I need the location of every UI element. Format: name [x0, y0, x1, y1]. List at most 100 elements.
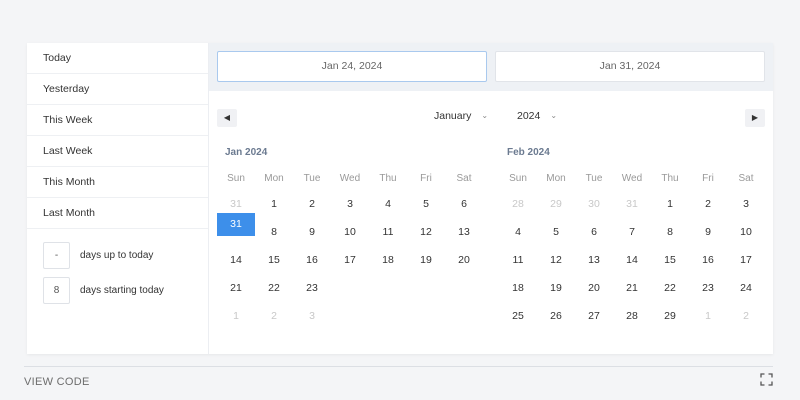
day-cell[interactable]: 24: [727, 277, 765, 300]
preset-last-week[interactable]: Last Week: [27, 136, 208, 167]
day-cell[interactable]: 22: [651, 277, 689, 300]
day-cell[interactable]: 5: [407, 193, 445, 216]
day-cell[interactable]: 9: [689, 221, 727, 244]
month-select[interactable]: January ⌄: [434, 110, 488, 122]
day-cell[interactable]: 4: [499, 221, 537, 244]
day-cell[interactable]: 2: [293, 193, 331, 216]
day-cell[interactable]: 28: [613, 305, 651, 328]
day-cell[interactable]: 28: [499, 193, 537, 216]
day-cell[interactable]: 10: [727, 221, 765, 244]
day-cell[interactable]: 23: [689, 277, 727, 300]
date-range-picker: Today Yesterday This Week Last Week This…: [27, 43, 773, 354]
day-cell[interactable]: 14: [613, 249, 651, 272]
day-cell[interactable]: 15: [255, 249, 293, 272]
day-cell[interactable]: 6: [575, 221, 613, 244]
day-cell[interactable]: 2: [255, 305, 293, 328]
day-cell[interactable]: 2: [689, 193, 727, 216]
day-cell[interactable]: 21: [613, 277, 651, 300]
day-grid: 28 29 30 31 1 2 3 4 5 6 7 8 9 10 11 12 1…: [499, 193, 765, 328]
weekday-label: Wed: [621, 173, 643, 184]
range-inputs: Jan 24, 2024 Jan 31, 2024: [209, 43, 773, 91]
end-date-input[interactable]: Jan 31, 2024: [495, 51, 765, 82]
day-cell-selected-end[interactable]: 31: [217, 213, 255, 236]
day-cell[interactable]: 29: [537, 193, 575, 216]
day-cell[interactable]: 20: [575, 277, 613, 300]
week-row: 21 22 23 24 25 26 27: [217, 213, 483, 300]
day-cell[interactable]: 12: [537, 249, 575, 272]
day-cell[interactable]: 10: [331, 221, 369, 244]
day-cell[interactable]: 16: [689, 249, 727, 272]
day-cell[interactable]: 6: [445, 193, 483, 216]
preset-this-week[interactable]: This Week: [27, 105, 208, 136]
day-cell[interactable]: 8: [651, 221, 689, 244]
days-start-input[interactable]: 8: [43, 276, 70, 304]
day-cell[interactable]: 1: [689, 305, 727, 328]
days-start-row: 8 days starting today: [27, 276, 208, 304]
weekday-label: Sat: [738, 173, 754, 184]
day-cell[interactable]: 25: [499, 305, 537, 328]
day-cell[interactable]: 11: [499, 249, 537, 272]
preset-last-month[interactable]: Last Month: [27, 198, 208, 229]
day-cell[interactable]: 15: [651, 249, 689, 272]
week-row: 14 15 16 17 18 19 20: [217, 249, 483, 272]
day-cell[interactable]: 3: [293, 305, 331, 328]
year-select[interactable]: 2024 ⌄: [517, 110, 557, 122]
weekday-label: Tue: [303, 173, 321, 184]
day-cell[interactable]: 30: [575, 193, 613, 216]
day-cell[interactable]: 2: [727, 305, 765, 328]
chevron-right-icon: ▶: [751, 113, 759, 122]
day-cell[interactable]: 27: [575, 305, 613, 328]
day-cell[interactable]: 4: [369, 193, 407, 216]
days-start-label: days starting today: [80, 284, 164, 296]
day-cell[interactable]: 3: [727, 193, 765, 216]
weekday-label: Fri: [420, 173, 432, 184]
day-cell[interactable]: 12: [407, 221, 445, 244]
start-date-input[interactable]: Jan 24, 2024: [217, 51, 487, 82]
day-cell[interactable]: 31: [613, 193, 651, 216]
day-cell[interactable]: 13: [575, 249, 613, 272]
preset-yesterday[interactable]: Yesterday: [27, 74, 208, 105]
week-row: 28 29 30 31 1 2 3: [217, 213, 483, 328]
weekday-label: Sat: [456, 173, 472, 184]
day-cell[interactable]: 1: [651, 193, 689, 216]
day-cell[interactable]: 20: [445, 249, 483, 272]
day-cell[interactable]: 9: [293, 221, 331, 244]
day-cell[interactable]: 13: [445, 221, 483, 244]
weekday-label: Sun: [227, 173, 245, 184]
day-cell[interactable]: 26: [537, 305, 575, 328]
prev-month-button[interactable]: ◀: [217, 109, 237, 127]
next-month-button[interactable]: ▶: [745, 109, 765, 127]
chevron-left-icon: ◀: [223, 113, 231, 122]
day-cell[interactable]: 7: [613, 221, 651, 244]
day-cell[interactable]: 19: [537, 277, 575, 300]
weekday-label: Mon: [546, 173, 566, 184]
week-row: 25 26 27 28 29 1 2: [499, 305, 765, 328]
preset-sidebar: Today Yesterday This Week Last Week This…: [27, 43, 209, 354]
preset-today[interactable]: Today: [27, 43, 208, 74]
day-cell[interactable]: 1: [217, 305, 255, 328]
day-cell[interactable]: 18: [499, 277, 537, 300]
day-cell[interactable]: 1: [255, 193, 293, 216]
day-cell[interactable]: 8: [255, 221, 293, 244]
days-up-input[interactable]: -: [43, 241, 70, 269]
day-cell[interactable]: 22: [255, 277, 293, 300]
day-grid: 31 1 2 3 4 5 6 7 8 9 10 11 12 13: [217, 193, 483, 328]
day-cell[interactable]: 3: [331, 193, 369, 216]
weekday-label: Thu: [661, 173, 679, 184]
preset-this-month[interactable]: This Month: [27, 167, 208, 198]
day-cell[interactable]: 17: [331, 249, 369, 272]
view-code-link[interactable]: VIEW CODE: [24, 376, 90, 388]
day-cell[interactable]: 23: [293, 277, 331, 300]
day-cell[interactable]: 5: [537, 221, 575, 244]
day-cell[interactable]: 21: [217, 277, 255, 300]
day-cell[interactable]: 17: [727, 249, 765, 272]
weekday-label: Tue: [585, 173, 603, 184]
calendar-january: Jan 2024 Sun Mon Tue Wed Thu Fri Sat 31 …: [217, 146, 483, 333]
expand-icon[interactable]: [760, 373, 773, 386]
day-cell[interactable]: 14: [217, 249, 255, 272]
day-cell[interactable]: 29: [651, 305, 689, 328]
day-cell[interactable]: 11: [369, 221, 407, 244]
day-cell[interactable]: 18: [369, 249, 407, 272]
day-cell[interactable]: 16: [293, 249, 331, 272]
day-cell[interactable]: 19: [407, 249, 445, 272]
